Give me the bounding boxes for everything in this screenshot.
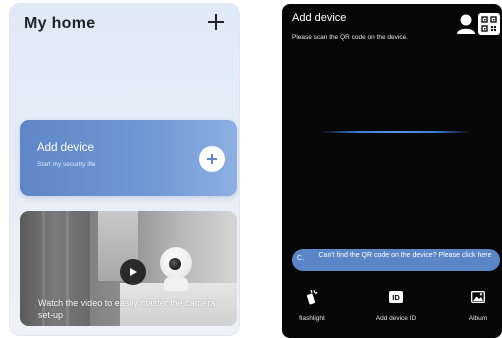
hint-prefix: C. [297,255,304,262]
setup-video-card[interactable]: Watch the video to easily master the cam… [20,211,237,326]
svg-text:ID: ID [392,293,400,302]
qr-help-link[interactable]: C. Can't find the QR code on the device?… [292,249,500,271]
album-button[interactable]: Album [458,290,498,322]
scan-screen: Add device Please scan the QR code on th… [282,4,502,338]
album-label: Album [468,315,488,322]
add-device-id-label: Add device ID [375,315,417,322]
scan-toolbar: flashlight ID Add device ID Album [282,284,502,334]
add-device-button[interactable] [199,146,225,172]
flashlight-icon [306,289,318,305]
play-icon [130,268,137,276]
add-button[interactable] [205,10,227,34]
home-screen: My home Add device Start my security lif… [10,4,239,335]
add-device-title: Add device [37,142,94,154]
person-icon[interactable] [456,13,476,35]
plus-icon [208,14,224,30]
add-device-card[interactable]: Add device Start my security life [20,120,237,196]
scan-line [320,131,472,133]
camera-image [158,247,194,291]
add-device-subtitle: Start my security life [37,161,96,168]
add-device-id-button[interactable]: ID Add device ID [364,290,428,322]
flashlight-label: flashlight [299,315,325,322]
qr-code-icon [481,16,497,32]
hint-text: Can't find the QR code on the device? Pl… [318,252,492,259]
flashlight-button[interactable]: flashlight [288,289,336,322]
plus-circle-icon [207,154,217,164]
scan-title: Add device [292,12,347,24]
id-icon: ID [389,291,403,303]
qr-code-button[interactable] [478,13,500,35]
play-button[interactable] [120,259,146,285]
scan-instructions: Please scan the QR code on the device. [292,34,408,41]
page-title: My home [24,15,96,32]
album-icon [471,291,485,303]
video-caption: Watch the video to easily master the cam… [38,298,216,320]
